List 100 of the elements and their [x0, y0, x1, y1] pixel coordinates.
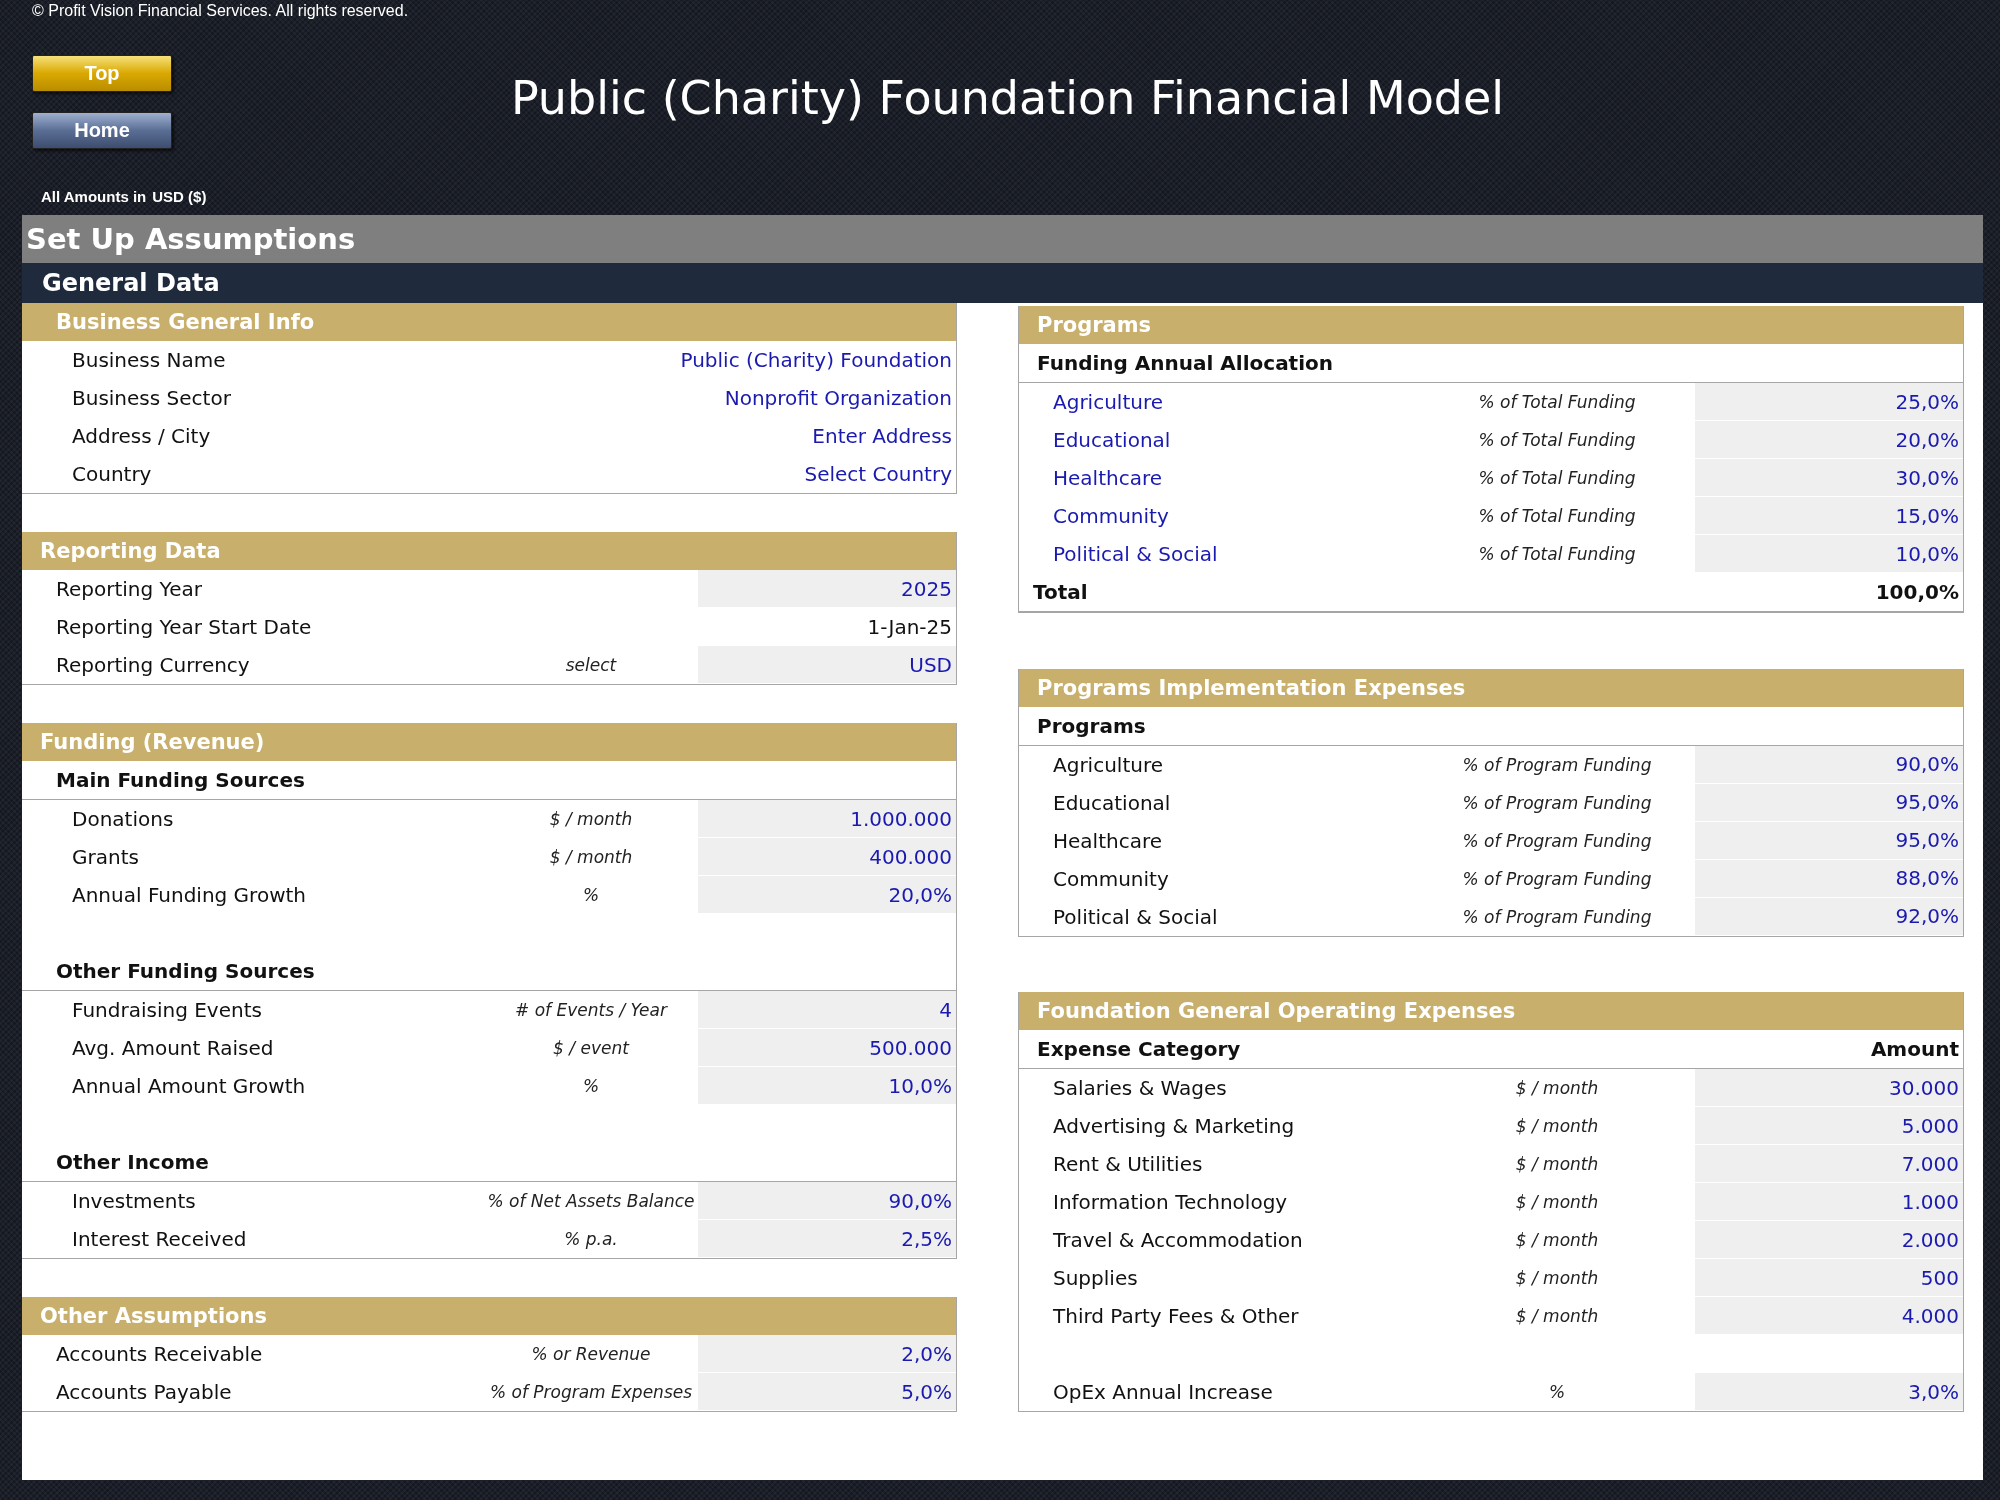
unit-label: % of Program Funding — [1461, 905, 1653, 929]
program-link[interactable]: Educational — [1019, 421, 1419, 459]
unit-label: select — [564, 654, 618, 677]
input-cell[interactable]: 25,0% — [1695, 383, 1963, 421]
input-value[interactable]: Public (Charity) Foundation — [484, 341, 956, 379]
program-link[interactable]: Healthcare — [1019, 459, 1419, 497]
input-value[interactable]: Enter Address — [484, 417, 956, 455]
field-label: Country — [71, 461, 153, 488]
column-heading: Amount — [1869, 1036, 1960, 1063]
copyright-text: © Profit Vision Financial Services. All rights reserved. — [31, 1, 410, 21]
field-label: Business Sector — [71, 385, 232, 412]
panel-header: Other Assumptions — [22, 1297, 956, 1335]
input-cell[interactable]: 20,0% — [1695, 421, 1963, 459]
subsection-title-bar: General Data — [22, 263, 1983, 303]
input-cell[interactable]: USD — [698, 646, 956, 684]
input-cell[interactable]: 4.000 — [1695, 1297, 1963, 1335]
total-label: Total — [1032, 579, 1089, 606]
input-value[interactable]: Nonprofit Organization — [484, 379, 956, 417]
input-cell[interactable]: 88,0% — [1695, 859, 1963, 898]
unit-label: $ / month — [1514, 1229, 1600, 1252]
input-cell[interactable]: 30.000 — [1695, 1069, 1963, 1107]
field-label: Healthcare — [1052, 827, 1163, 855]
panel-header: Foundation General Operating Expenses — [1019, 992, 1963, 1030]
field-label: Grants — [71, 844, 140, 871]
program-link[interactable]: Political & Social — [1019, 535, 1419, 573]
unit-label: % of Program Expenses — [488, 1381, 694, 1404]
input-cell[interactable]: 5.000 — [1695, 1107, 1963, 1145]
input-cell[interactable]: 2025 — [698, 570, 956, 608]
field-label: Accounts Receivable — [55, 1341, 264, 1368]
input-cell[interactable]: 2,0% — [698, 1335, 956, 1373]
input-cell[interactable]: 400.000 — [698, 838, 956, 876]
input-cell[interactable]: 15,0% — [1695, 497, 1963, 535]
input-cell[interactable]: 3,0% — [1695, 1373, 1963, 1411]
input-cell[interactable]: 500 — [1695, 1259, 1963, 1297]
input-cell[interactable]: 95,0% — [1695, 783, 1963, 822]
input-cell[interactable]: 2.000 — [1695, 1221, 1963, 1259]
input-cell[interactable]: 2,5% — [698, 1220, 956, 1258]
input-cell[interactable]: 30,0% — [1695, 459, 1963, 497]
field-label: Political & Social — [1052, 903, 1219, 931]
unit-label: % of Total Funding — [1477, 543, 1637, 566]
unit-label: $ / month — [1514, 1153, 1600, 1176]
unit-label: % of Program Funding — [1461, 867, 1653, 891]
unit-label: % p.a. — [563, 1228, 619, 1251]
input-cell[interactable]: 10,0% — [698, 1067, 956, 1105]
field-label: Reporting Year — [55, 576, 203, 603]
panel-header: Programs — [1019, 306, 1963, 344]
field-label: Supplies — [1052, 1265, 1139, 1292]
field-label: Annual Amount Growth — [71, 1073, 307, 1100]
group-heading: Programs — [1036, 712, 1147, 740]
field-label: Investments — [71, 1188, 197, 1215]
input-cell[interactable]: 95,0% — [1695, 821, 1963, 860]
group-heading: Expense Category — [1036, 1036, 1242, 1063]
unit-label: % of Net Assets Balance — [486, 1190, 696, 1213]
unit-label: $ / month — [1514, 1191, 1600, 1214]
unit-label: % — [1547, 1381, 1567, 1404]
field-label: Community — [1052, 865, 1170, 893]
panel-header: Programs Implementation Expenses — [1019, 668, 1963, 707]
unit-label: $ / month — [1514, 1267, 1600, 1290]
value-text: 1-Jan-25 — [866, 614, 953, 641]
panel-header: Reporting Data — [22, 532, 956, 570]
input-value[interactable]: Select Country — [484, 455, 956, 493]
unit-label: % or Revenue — [530, 1343, 652, 1366]
field-label: Salaries & Wages — [1052, 1075, 1228, 1102]
unit-label: # of Events / Year — [514, 999, 669, 1022]
nav-button[interactable]: Home — [32, 112, 172, 149]
program-link[interactable]: Community — [1019, 497, 1419, 535]
section-title-bar: Set Up Assumptions — [22, 215, 1983, 263]
unit-label: $ / month — [1514, 1077, 1600, 1100]
input-cell[interactable]: 10,0% — [1695, 535, 1963, 573]
input-cell[interactable]: 1.000.000 — [698, 800, 956, 838]
field-label: Advertising & Marketing — [1052, 1113, 1296, 1140]
currency-value: USD ($) — [152, 188, 207, 205]
currency-label: All Amounts in — [41, 188, 147, 205]
unit-label: $ / month — [1514, 1305, 1600, 1328]
field-label: OpEx Annual Increase — [1052, 1379, 1274, 1406]
field-label: Donations — [71, 806, 175, 833]
field-label: Reporting Year Start Date — [55, 614, 313, 641]
input-cell[interactable]: 4 — [698, 991, 956, 1029]
input-cell[interactable]: 1.000 — [1695, 1183, 1963, 1221]
unit-label: % of Program Funding — [1461, 829, 1653, 853]
field-label: Business Name — [71, 347, 227, 374]
input-cell[interactable]: 92,0% — [1695, 897, 1963, 936]
field-label: Agriculture — [1052, 751, 1164, 779]
unit-label: % of Total Funding — [1477, 467, 1637, 490]
input-cell[interactable]: 90,0% — [698, 1182, 956, 1220]
panel-header: Funding (Revenue) — [22, 723, 956, 761]
panel-header: Business General Info — [22, 303, 956, 341]
unit-label: $ / month — [548, 846, 634, 869]
unit-label: % of Total Funding — [1477, 391, 1637, 414]
field-label: Annual Funding Growth — [71, 882, 307, 909]
field-label: Accounts Payable — [55, 1379, 233, 1406]
field-label: Interest Received — [71, 1226, 248, 1253]
input-cell[interactable]: 90,0% — [1695, 745, 1963, 784]
input-cell[interactable]: 500.000 — [698, 1029, 956, 1067]
input-cell[interactable]: 20,0% — [698, 876, 956, 914]
program-link[interactable]: Agriculture — [1019, 383, 1419, 421]
unit-label: $ / month — [548, 808, 634, 831]
group-heading: Funding Annual Allocation — [1036, 350, 1334, 377]
input-cell[interactable]: 7.000 — [1695, 1145, 1963, 1183]
input-cell[interactable]: 5,0% — [698, 1373, 956, 1411]
